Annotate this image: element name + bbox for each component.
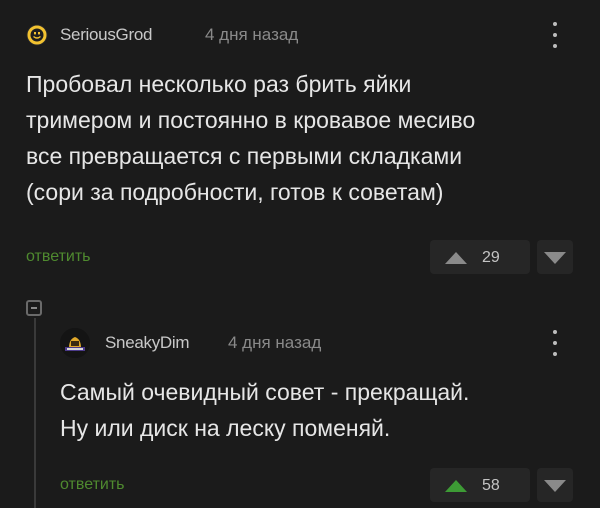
comment-text-line: Пробовал несколько раз брить яйки	[26, 71, 412, 97]
more-options-icon[interactable]	[548, 330, 562, 356]
thread-line	[34, 318, 36, 508]
comment-text-line: все превращается с первыми складками	[26, 143, 463, 169]
comment-author[interactable]: SneakyDim	[105, 333, 190, 353]
comment-body: Пробовал несколько раз брить яйки тример…	[26, 66, 475, 210]
upvote-icon[interactable]	[444, 251, 468, 265]
reply-button[interactable]: ответить	[60, 476, 125, 494]
upvote-icon[interactable]	[444, 479, 468, 493]
comment-text-line: (сори за подробности, готов к советам)	[26, 179, 444, 205]
comment-text-line: Ну или диск на леску поменяй.	[60, 415, 391, 441]
comment-body: Самый очевидный совет - прекращай. Ну ил…	[60, 374, 469, 446]
avatar[interactable]	[60, 328, 90, 358]
reply-button[interactable]: ответить	[26, 248, 91, 266]
rating-count: 58	[482, 477, 500, 494]
comments-page: SeriousGrod 4 дня назад Пробовал несколь…	[0, 0, 600, 508]
comment-text-line: тримером и постоянно в кровавое месиво	[26, 107, 476, 133]
more-options-icon[interactable]	[548, 22, 562, 48]
fighter-avatar-icon	[60, 328, 90, 358]
downvote-icon[interactable]	[543, 251, 567, 265]
smiley-avatar-icon	[26, 24, 48, 46]
downvote-icon[interactable]	[543, 479, 567, 493]
collapse-thread-button[interactable]	[26, 300, 42, 316]
avatar[interactable]	[26, 24, 48, 46]
comment-timestamp: 4 дня назад	[205, 25, 299, 44]
rating-count: 29	[482, 249, 500, 266]
comment-author[interactable]: SeriousGrod	[60, 25, 152, 45]
comment-text-line: Самый очевидный совет - прекращай.	[60, 379, 470, 405]
comment-timestamp: 4 дня назад	[228, 333, 322, 352]
